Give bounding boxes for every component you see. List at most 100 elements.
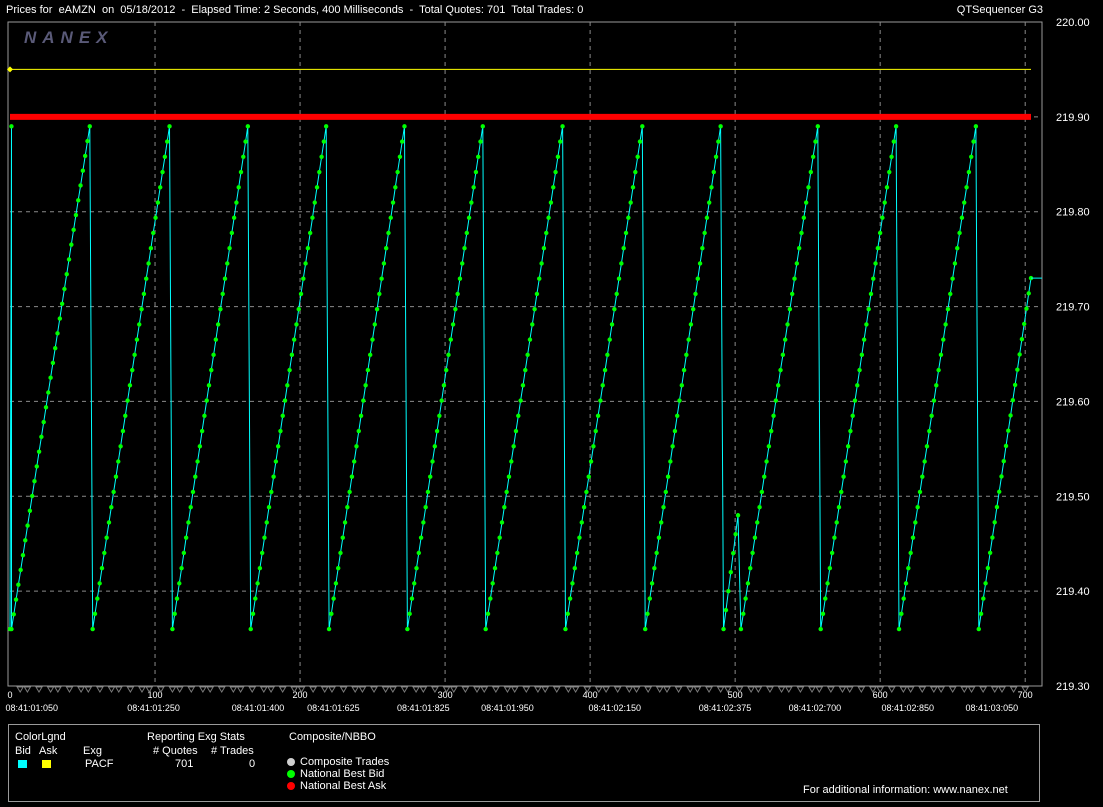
- bid-point: [349, 474, 355, 479]
- quote-marker: [114, 686, 123, 693]
- bid-point: [462, 246, 467, 251]
- bid-point: [609, 322, 615, 327]
- best-ask-dot: [287, 782, 295, 790]
- bid-point: [987, 550, 993, 555]
- bid-point: [688, 322, 694, 327]
- quote-marker: [370, 686, 378, 693]
- plot-background: [7, 21, 1043, 687]
- bid-point: [766, 444, 772, 449]
- bid-point: [759, 489, 765, 495]
- quote-marker: [522, 686, 531, 693]
- bid-point: [160, 169, 165, 175]
- quote-marker: [747, 686, 755, 693]
- bid-point: [654, 550, 659, 556]
- bid-point: [857, 367, 862, 373]
- bid-point: [938, 352, 944, 358]
- quote-marker: [480, 686, 489, 693]
- bid-point: [155, 200, 161, 205]
- bid-point: [670, 444, 675, 449]
- bid-point: [614, 291, 619, 297]
- bid-point: [731, 551, 736, 556]
- quote-marker: [541, 686, 550, 693]
- bid-point: [338, 550, 343, 556]
- quote-marker: [716, 686, 725, 693]
- bid-point: [386, 230, 391, 236]
- quote-marker: [388, 686, 397, 693]
- quote-marker: [351, 686, 360, 693]
- bid-point: [922, 459, 927, 464]
- bid-point: [607, 337, 612, 342]
- bid-point: [381, 261, 387, 266]
- bid-point: [177, 581, 182, 586]
- quote-marker: [175, 686, 184, 693]
- bid-point: [983, 581, 988, 586]
- bid-point: [361, 398, 366, 403]
- bid-point: [920, 474, 925, 479]
- bid-point: [755, 520, 760, 525]
- bid-point: [280, 413, 285, 419]
- bid-point: [815, 124, 821, 129]
- x-tick-label: 300: [438, 690, 453, 700]
- composite-title: Composite/NBBO: [289, 731, 376, 743]
- bid-point: [616, 276, 622, 281]
- bid-point: [782, 337, 788, 342]
- bid-point: [910, 535, 916, 540]
- bid-point: [372, 322, 377, 327]
- bid-point: [924, 444, 930, 449]
- bid-point: [11, 612, 16, 617]
- bid-point: [771, 413, 776, 419]
- bid-point: [446, 352, 451, 358]
- quote-marker: [328, 686, 336, 693]
- bid-point: [464, 230, 469, 236]
- bid-point: [553, 169, 558, 175]
- bid-point: [287, 367, 292, 373]
- bid-point: [41, 419, 46, 425]
- bid-point: [148, 246, 154, 251]
- bid-point: [473, 169, 479, 175]
- bid-point: [829, 550, 835, 556]
- bid-point: [637, 139, 643, 144]
- bid-point: [18, 567, 23, 573]
- bid-point: [271, 474, 276, 479]
- bid-point: [695, 276, 700, 281]
- footer-info: For additional information: www.nanex.ne…: [803, 784, 1008, 796]
- bid-point: [120, 428, 126, 434]
- bid-point: [661, 505, 666, 510]
- bid-point: [123, 413, 128, 419]
- quote-marker: [663, 686, 671, 693]
- bid-point: [25, 523, 30, 528]
- quote-marker: [929, 686, 938, 693]
- quote-marker: [815, 686, 824, 693]
- bid-point: [711, 169, 716, 175]
- bid-point: [432, 444, 438, 449]
- bid-point: [231, 215, 237, 220]
- bid-point: [541, 246, 547, 251]
- bid-point: [307, 230, 313, 236]
- quote-marker: [998, 686, 1006, 693]
- bid-point: [132, 352, 137, 358]
- bid-point: [312, 200, 317, 205]
- bid-point: [90, 626, 95, 632]
- quote-marker: [199, 686, 207, 693]
- bid-point: [485, 611, 491, 617]
- bid-point: [679, 383, 684, 388]
- bid-point: [273, 459, 279, 464]
- quote-marker: [845, 686, 854, 693]
- bid-point: [141, 291, 147, 297]
- bid-point: [808, 169, 814, 175]
- quote-marker: [138, 686, 146, 693]
- bid-point: [871, 276, 876, 281]
- bid-point: [130, 367, 135, 373]
- quote-marker: [979, 686, 988, 693]
- bid-point: [843, 459, 849, 464]
- bid-point: [537, 276, 542, 281]
- quote-marker: [674, 686, 683, 693]
- quote-marker: [126, 686, 135, 693]
- bid-point: [908, 550, 913, 556]
- bid-point: [102, 550, 107, 556]
- quote-marker: [510, 686, 519, 693]
- quote-marker: [259, 686, 268, 693]
- quote-marker: [564, 686, 573, 693]
- quote-marker: [777, 686, 786, 693]
- bid-point: [957, 230, 962, 236]
